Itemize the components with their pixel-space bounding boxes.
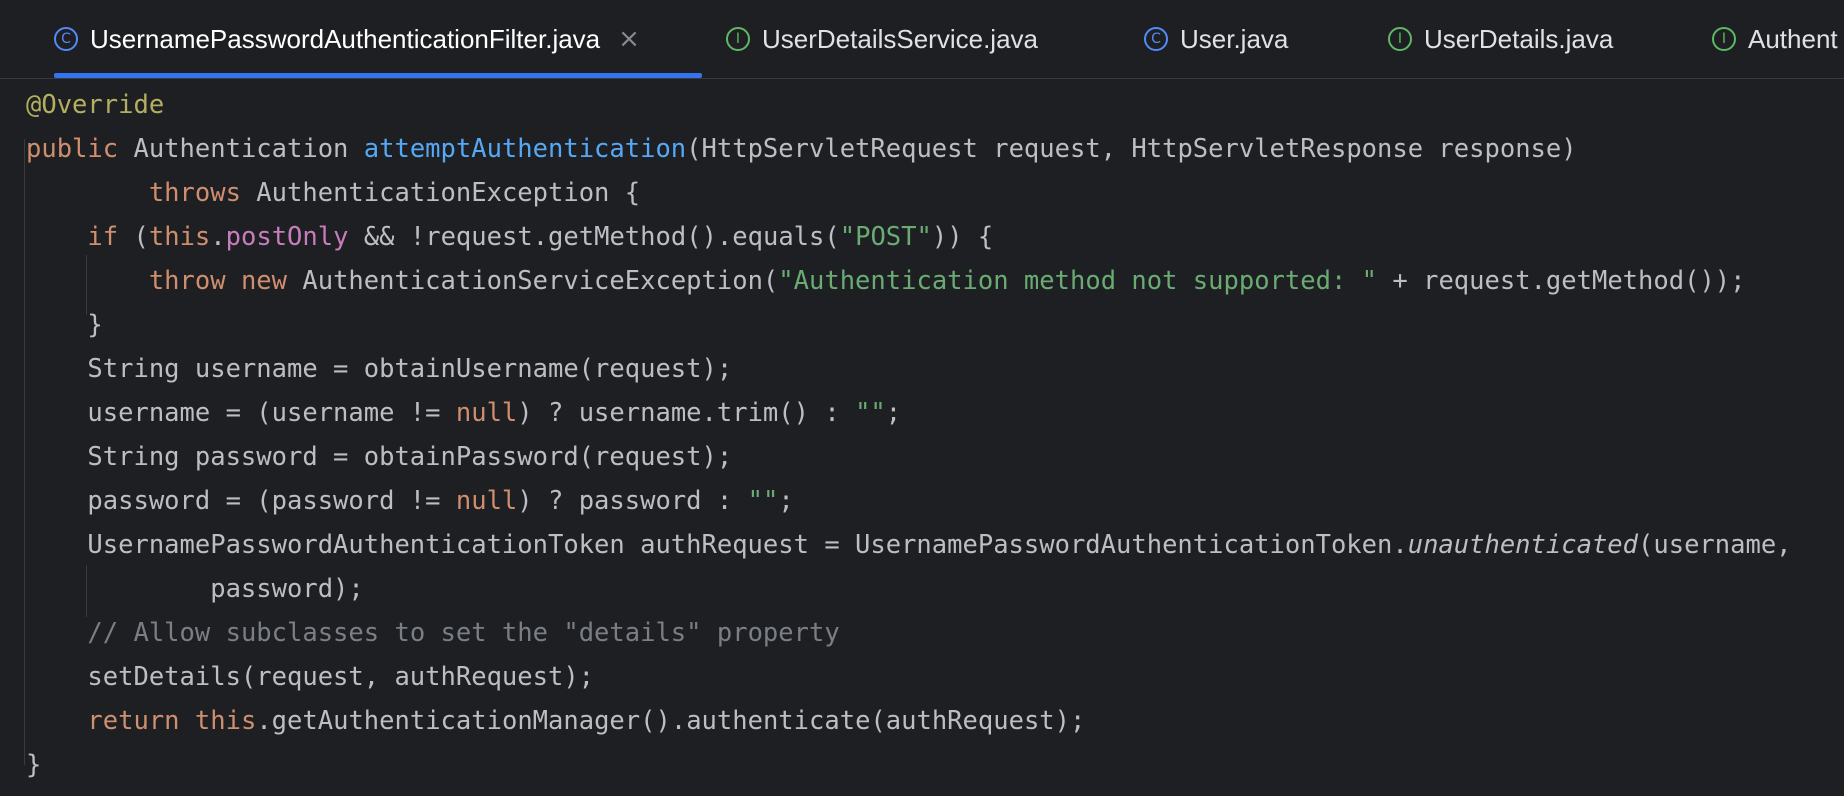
code-token: attemptAuthentication	[363, 134, 687, 164]
code-token: unauthenticated	[1407, 530, 1639, 560]
code-token: AuthenticationException {	[240, 178, 641, 208]
interface-icon: I	[726, 27, 750, 51]
code-line[interactable]: String password = obtainPassword(request…	[26, 435, 732, 479]
code-token: AuthenticationServiceException(	[287, 266, 779, 296]
code-token: this	[148, 222, 211, 252]
code-line[interactable]: String username = obtainUsername(request…	[26, 347, 732, 391]
tab-label: UserDetails.java	[1424, 23, 1614, 54]
code-token: (	[118, 222, 149, 252]
interface-icon: I	[1712, 27, 1736, 51]
code-token: .getAuthenticationManager().authenticate…	[256, 706, 1086, 736]
tab-label: UsernamePasswordAuthenticationFilter.jav…	[90, 23, 601, 54]
code-token: .	[210, 222, 226, 252]
code-token: public	[26, 134, 119, 164]
indent-guide	[24, 139, 25, 765]
code-token: ""	[855, 398, 886, 428]
code-token: "POST"	[839, 222, 932, 252]
code-token: && !request.getMethod().equals(	[348, 222, 840, 252]
code-token: // Allow subclasses to set the "details"…	[87, 618, 840, 648]
code-line[interactable]: UsernamePasswordAuthenticationToken auth…	[26, 523, 1792, 567]
code-line[interactable]: setDetails(request, authRequest);	[26, 655, 594, 699]
tab-label: UserDetailsService.java	[762, 23, 1038, 54]
code-token: new	[240, 266, 288, 296]
code-token: UsernamePasswordAuthenticationToken auth…	[26, 530, 1408, 560]
code-token: String username = obtainUsername(request…	[26, 354, 733, 384]
code-token: (HttpServletRequest request, HttpServlet…	[686, 134, 1577, 164]
code-token: ) ? password :	[517, 486, 748, 516]
interface-icon: I	[1388, 27, 1412, 51]
code-token: username = (username !=	[26, 398, 456, 428]
close-icon[interactable]: ×	[618, 24, 640, 54]
code-line[interactable]: username = (username != null) ? username…	[26, 391, 901, 435]
tab-label: User.java	[1180, 23, 1289, 54]
code-line[interactable]: return this.getAuthenticationManager().a…	[26, 699, 1085, 743]
tab-authent[interactable]: I Authent	[1712, 0, 1838, 78]
class-icon: C	[54, 27, 78, 51]
code-token: postOnly	[225, 222, 349, 252]
code-token: this	[194, 706, 257, 736]
code-line[interactable]: password = (password != null) ? password…	[26, 479, 794, 523]
code-token: ;	[885, 398, 902, 428]
tab-user[interactable]: C User.java	[1144, 0, 1288, 78]
code-token: throw	[148, 266, 226, 296]
code-line[interactable]: @Override	[26, 83, 164, 127]
code-token: + request.getMethod());	[1377, 266, 1746, 296]
code-token: "Authentication method not supported: "	[778, 266, 1378, 296]
code-token: setDetails(request, authRequest);	[26, 662, 595, 692]
code-token: }	[26, 750, 42, 780]
code-token: ) ? username.trim() :	[517, 398, 856, 428]
code-token: (username,	[1638, 530, 1792, 560]
tab-userdetailsservice[interactable]: I UserDetailsService.java	[726, 0, 1038, 78]
code-token: null	[455, 486, 518, 516]
code-line[interactable]: }	[26, 303, 103, 347]
code-token: ;	[778, 486, 794, 516]
code-token: throws	[148, 178, 241, 208]
code-line[interactable]: password);	[26, 567, 364, 611]
code-line[interactable]: if (this.postOnly && !request.getMethod(…	[26, 215, 993, 259]
tab-usernamepasswordauthenticationfilter[interactable]: C UsernamePasswordAuthenticationFilter.j…	[54, 0, 702, 78]
code-editor[interactable]: @Override public Authentication attemptAu…	[0, 79, 1844, 796]
code-token: Authentication	[118, 134, 364, 164]
code-token: ""	[747, 486, 779, 516]
code-line[interactable]: // Allow subclasses to set the "details"…	[26, 611, 840, 655]
code-token: )) {	[931, 222, 994, 252]
class-icon: C	[1144, 27, 1168, 51]
tab-userdetails[interactable]: I UserDetails.java	[1388, 0, 1613, 78]
code-token: password);	[26, 574, 364, 604]
code-token: return	[87, 706, 180, 736]
tab-label: Authent	[1748, 23, 1838, 54]
editor-tab-bar: C UsernamePasswordAuthenticationFilter.j…	[0, 0, 1844, 79]
code-line[interactable]: throws AuthenticationException {	[26, 171, 640, 215]
code-line[interactable]: throw new AuthenticationServiceException…	[26, 259, 1746, 303]
code-line[interactable]: }	[26, 743, 41, 787]
code-token: }	[26, 310, 103, 340]
code-token: if	[87, 222, 119, 252]
code-token: null	[455, 398, 518, 428]
code-token: password = (password !=	[26, 486, 456, 516]
code-line[interactable]: public Authentication attemptAuthenticat…	[26, 127, 1577, 171]
code-token: String password = obtainPassword(request…	[26, 442, 733, 472]
code-token: @Override	[26, 90, 165, 120]
